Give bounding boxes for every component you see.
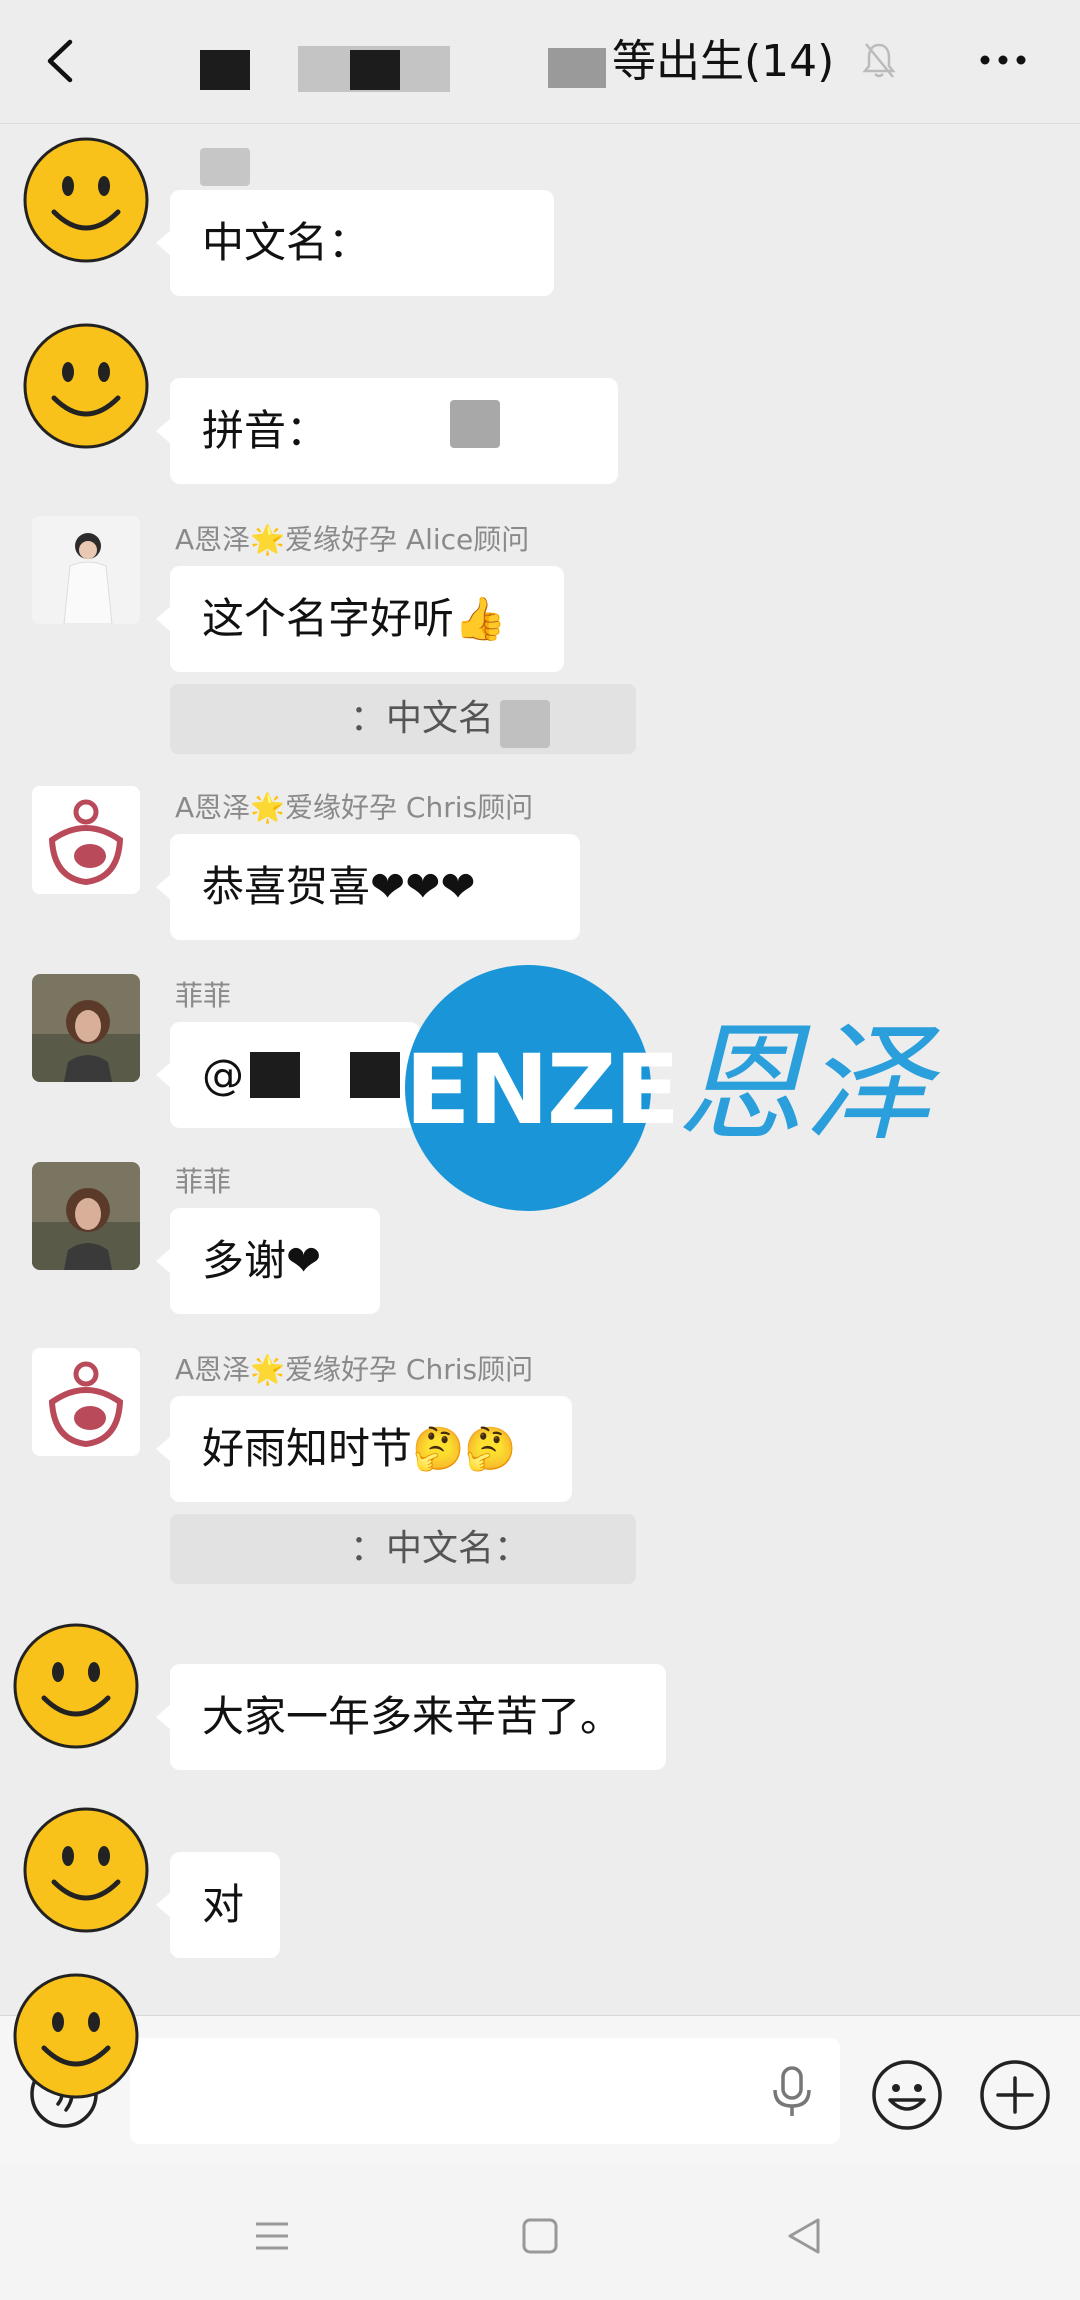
sender-name: A恩泽🌟爱缘好孕 Chris顾问 <box>175 791 534 824</box>
message-bubble[interactable]: 中文名： <box>156 190 554 296</box>
message-bubble[interactable]: 大家一年多来辛苦了。 <box>156 1664 666 1770</box>
chat-header: 等出生(14) <box>0 0 1080 124</box>
message-text: 这个名字好听👍 <box>202 594 507 643</box>
message-bubble[interactable]: 拼音： <box>156 378 618 484</box>
message-bubble[interactable]: 恭喜贺喜❤❤❤ <box>156 834 580 940</box>
sender-name: A恩泽🌟爱缘好孕 Alice顾问 <box>175 523 530 556</box>
message-text: 多谢❤ <box>202 1236 322 1285</box>
chevron-left-icon[interactable] <box>40 36 80 86</box>
message-bubble[interactable]: 这个名字好听👍 <box>156 566 564 672</box>
home-square-icon[interactable] <box>520 2216 560 2256</box>
back-triangle-icon[interactable] <box>784 2214 824 2258</box>
more-horizontal-icon[interactable] <box>978 50 1028 70</box>
avatar-feifei[interactable] <box>32 974 140 1082</box>
redacted-mention <box>250 1052 300 1098</box>
bell-off-icon <box>862 43 896 78</box>
redacted-sender <box>200 148 250 186</box>
quoted-message[interactable]: ：中文名： <box>170 684 636 754</box>
sender-name: 菲菲 <box>175 979 232 1012</box>
plus-circle-icon[interactable] <box>978 2058 1052 2132</box>
avatar-feifei[interactable] <box>32 1162 140 1270</box>
avatar-alice[interactable] <box>32 516 140 624</box>
smiley-avatar-icon[interactable] <box>22 322 150 450</box>
message-text: @ <box>202 1050 244 1099</box>
smiley-avatar-icon[interactable] <box>22 1806 150 1934</box>
quote-text: ：中文名： <box>350 1528 531 1569</box>
quoted-message[interactable]: ：中文名： <box>170 1514 636 1584</box>
redacted-title-block <box>548 48 606 88</box>
sender-name: 菲菲 <box>175 1165 232 1198</box>
mic-icon[interactable] <box>770 2066 814 2118</box>
redacted-mention <box>350 1052 400 1098</box>
watermark-logo-text: ENZE <box>405 1034 680 1146</box>
message-text: 恭喜贺喜❤❤❤ <box>202 862 476 911</box>
message-text: 对 <box>202 1880 245 1929</box>
menu-icon[interactable] <box>252 2218 292 2254</box>
chat-title: 等出生(14) <box>612 36 835 87</box>
redacted-content <box>500 700 550 748</box>
redacted-content <box>450 400 500 448</box>
watermark-chinese-text: 恩泽 <box>676 1010 933 1159</box>
redacted-title-block <box>200 50 250 90</box>
message-bubble[interactable]: 对 <box>156 1852 280 1958</box>
avatar-chris[interactable] <box>32 786 140 894</box>
message-text: 好雨知时节🤔🤔 <box>202 1424 517 1473</box>
smiley-avatar-icon[interactable] <box>12 1622 140 1750</box>
avatar-chris[interactable] <box>32 1348 140 1456</box>
message-text: 中文名： <box>202 218 371 267</box>
emoji-icon[interactable] <box>870 2058 944 2132</box>
smiley-avatar-icon[interactable] <box>12 1972 140 2100</box>
message-bubble[interactable]: 多谢❤ <box>156 1208 380 1314</box>
redacted-title-block <box>350 50 400 90</box>
message-text: 拼音： <box>202 406 329 455</box>
message-input[interactable] <box>130 2038 840 2144</box>
message-text: 大家一年多来辛苦了。 <box>202 1692 623 1741</box>
sender-name: A恩泽🌟爱缘好孕 Chris顾问 <box>175 1353 534 1386</box>
message-bubble[interactable]: 好雨知时节🤔🤔 <box>156 1396 572 1502</box>
smiley-avatar-icon[interactable] <box>22 136 150 264</box>
